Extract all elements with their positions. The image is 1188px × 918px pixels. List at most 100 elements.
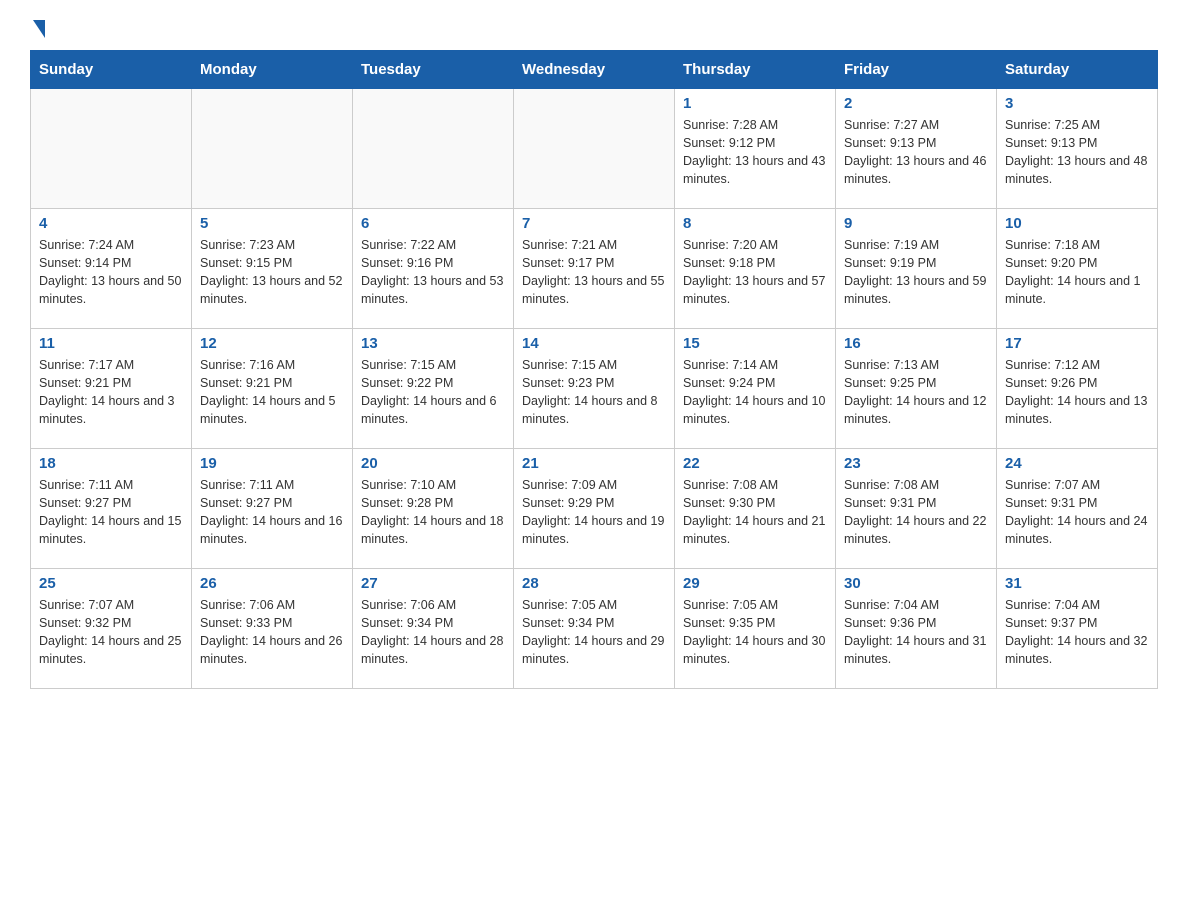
- calendar-cell: 10Sunrise: 7:18 AMSunset: 9:20 PMDayligh…: [997, 209, 1158, 329]
- weekday-header-tuesday: Tuesday: [353, 51, 514, 89]
- calendar-week-3: 11 Sunrise: 7:17 AMSunset: 9:21 PMDayligh…: [31, 329, 1158, 449]
- calendar-cell: 21 Sunrise: 7:09 AMSunset: 9:29 PMDayligh…: [514, 449, 675, 569]
- calendar-cell: 6 Sunrise: 7:22 AMSunset: 9:16 PMDaylight…: [353, 209, 514, 329]
- day-number: 5: [200, 215, 344, 232]
- day-number: 25: [39, 575, 183, 592]
- day-number: 21: [522, 455, 666, 472]
- day-info: Sunrise: 7:25 AMSunset: 9:13 PMDaylight:…: [1005, 116, 1149, 189]
- day-number: 31: [1005, 575, 1149, 592]
- day-number: 7: [522, 215, 666, 232]
- day-number: 3: [1005, 95, 1149, 112]
- day-info: Sunrise: 7:05 AMSunset: 9:34 PMDaylight:…: [522, 596, 666, 669]
- day-number: 12: [200, 335, 344, 352]
- calendar-cell: 4 Sunrise: 7:24 AMSunset: 9:14 PMDaylight…: [31, 209, 192, 329]
- calendar-cell: 2 Sunrise: 7:27 AMSunset: 9:13 PMDaylight…: [836, 89, 997, 209]
- day-info: Sunrise: 7:05 AMSunset: 9:35 PMDaylight:…: [683, 596, 827, 669]
- calendar-cell: 17Sunrise: 7:12 AMSunset: 9:26 PMDayligh…: [997, 329, 1158, 449]
- weekday-header-thursday: Thursday: [675, 51, 836, 89]
- day-info: Sunrise: 7:18 AMSunset: 9:20 PMDaylight:…: [1005, 236, 1149, 309]
- day-info: Sunrise: 7:04 AMSunset: 9:36 PMDaylight:…: [844, 596, 988, 669]
- day-number: 4: [39, 215, 183, 232]
- day-number: 26: [200, 575, 344, 592]
- day-number: 14: [522, 335, 666, 352]
- weekday-header-sunday: Sunday: [31, 51, 192, 89]
- day-number: 15: [683, 335, 827, 352]
- calendar-cell: 24 Sunrise: 7:07 AMSunset: 9:31 PMDayligh…: [997, 449, 1158, 569]
- calendar-cell: 8Sunrise: 7:20 AMSunset: 9:18 PMDaylight…: [675, 209, 836, 329]
- calendar-cell: 19Sunrise: 7:11 AMSunset: 9:27 PMDayligh…: [192, 449, 353, 569]
- day-info: Sunrise: 7:07 AMSunset: 9:31 PMDaylight:…: [1005, 476, 1149, 549]
- calendar-week-1: 1 Sunrise: 7:28 AMSunset: 9:12 PMDaylight…: [31, 89, 1158, 209]
- calendar-cell: 14 Sunrise: 7:15 AMSunset: 9:23 PMDayligh…: [514, 329, 675, 449]
- calendar-cell: 5 Sunrise: 7:23 AMSunset: 9:15 PMDaylight…: [192, 209, 353, 329]
- day-info: Sunrise: 7:23 AMSunset: 9:15 PMDaylight:…: [200, 236, 344, 309]
- day-info: Sunrise: 7:09 AMSunset: 9:29 PMDaylight:…: [522, 476, 666, 549]
- logo-general-text: [30, 20, 45, 40]
- calendar-cell: 23Sunrise: 7:08 AMSunset: 9:31 PMDayligh…: [836, 449, 997, 569]
- calendar-cell: 1 Sunrise: 7:28 AMSunset: 9:12 PMDaylight…: [675, 89, 836, 209]
- weekday-header-friday: Friday: [836, 51, 997, 89]
- day-info: Sunrise: 7:14 AMSunset: 9:24 PMDaylight:…: [683, 356, 827, 429]
- weekday-header-monday: Monday: [192, 51, 353, 89]
- calendar-cell: 11 Sunrise: 7:17 AMSunset: 9:21 PMDayligh…: [31, 329, 192, 449]
- day-info: Sunrise: 7:22 AMSunset: 9:16 PMDaylight:…: [361, 236, 505, 309]
- day-info: Sunrise: 7:17 AMSunset: 9:21 PMDaylight:…: [39, 356, 183, 429]
- calendar-cell: 27 Sunrise: 7:06 AMSunset: 9:34 PMDayligh…: [353, 569, 514, 689]
- calendar-week-4: 18 Sunrise: 7:11 AMSunset: 9:27 PMDayligh…: [31, 449, 1158, 569]
- day-info: Sunrise: 7:21 AMSunset: 9:17 PMDaylight:…: [522, 236, 666, 309]
- day-number: 27: [361, 575, 505, 592]
- day-info: Sunrise: 7:07 AMSunset: 9:32 PMDaylight:…: [39, 596, 183, 669]
- weekday-header-wednesday: Wednesday: [514, 51, 675, 89]
- day-number: 22: [683, 455, 827, 472]
- calendar-cell: [514, 89, 675, 209]
- day-info: Sunrise: 7:08 AMSunset: 9:31 PMDaylight:…: [844, 476, 988, 549]
- day-number: 2: [844, 95, 988, 112]
- calendar-cell: [192, 89, 353, 209]
- day-info: Sunrise: 7:13 AMSunset: 9:25 PMDaylight:…: [844, 356, 988, 429]
- day-info: Sunrise: 7:06 AMSunset: 9:33 PMDaylight:…: [200, 596, 344, 669]
- calendar-week-2: 4 Sunrise: 7:24 AMSunset: 9:14 PMDaylight…: [31, 209, 1158, 329]
- calendar-cell: 22 Sunrise: 7:08 AMSunset: 9:30 PMDayligh…: [675, 449, 836, 569]
- calendar-week-5: 25 Sunrise: 7:07 AMSunset: 9:32 PMDayligh…: [31, 569, 1158, 689]
- day-info: Sunrise: 7:11 AMSunset: 9:27 PMDaylight:…: [39, 476, 183, 549]
- calendar-cell: 25 Sunrise: 7:07 AMSunset: 9:32 PMDayligh…: [31, 569, 192, 689]
- calendar-cell: 18 Sunrise: 7:11 AMSunset: 9:27 PMDayligh…: [31, 449, 192, 569]
- logo-triangle-icon: [33, 20, 45, 38]
- day-info: Sunrise: 7:04 AMSunset: 9:37 PMDaylight:…: [1005, 596, 1149, 669]
- calendar-cell: 28 Sunrise: 7:05 AMSunset: 9:34 PMDayligh…: [514, 569, 675, 689]
- weekday-header-saturday: Saturday: [997, 51, 1158, 89]
- day-number: 18: [39, 455, 183, 472]
- calendar-cell: 3 Sunrise: 7:25 AMSunset: 9:13 PMDaylight…: [997, 89, 1158, 209]
- calendar-cell: 13Sunrise: 7:15 AMSunset: 9:22 PMDayligh…: [353, 329, 514, 449]
- page-header: [30, 20, 1158, 40]
- day-info: Sunrise: 7:10 AMSunset: 9:28 PMDaylight:…: [361, 476, 505, 549]
- calendar-cell: 12 Sunrise: 7:16 AMSunset: 9:21 PMDayligh…: [192, 329, 353, 449]
- logo: [30, 20, 45, 40]
- day-number: 29: [683, 575, 827, 592]
- calendar-header-row: SundayMondayTuesdayWednesdayThursdayFrid…: [31, 51, 1158, 89]
- day-info: Sunrise: 7:16 AMSunset: 9:21 PMDaylight:…: [200, 356, 344, 429]
- day-number: 20: [361, 455, 505, 472]
- calendar-cell: 16Sunrise: 7:13 AMSunset: 9:25 PMDayligh…: [836, 329, 997, 449]
- calendar-cell: [31, 89, 192, 209]
- day-info: Sunrise: 7:06 AMSunset: 9:34 PMDaylight:…: [361, 596, 505, 669]
- day-number: 11: [39, 335, 183, 352]
- calendar-cell: 20 Sunrise: 7:10 AMSunset: 9:28 PMDayligh…: [353, 449, 514, 569]
- day-info: Sunrise: 7:27 AMSunset: 9:13 PMDaylight:…: [844, 116, 988, 189]
- day-number: 6: [361, 215, 505, 232]
- day-info: Sunrise: 7:08 AMSunset: 9:30 PMDaylight:…: [683, 476, 827, 549]
- day-number: 1: [683, 95, 827, 112]
- calendar-cell: 15 Sunrise: 7:14 AMSunset: 9:24 PMDayligh…: [675, 329, 836, 449]
- day-number: 30: [844, 575, 988, 592]
- day-info: Sunrise: 7:15 AMSunset: 9:22 PMDaylight:…: [361, 356, 505, 429]
- day-number: 17: [1005, 335, 1149, 352]
- day-info: Sunrise: 7:24 AMSunset: 9:14 PMDaylight:…: [39, 236, 183, 309]
- calendar-cell: 29 Sunrise: 7:05 AMSunset: 9:35 PMDayligh…: [675, 569, 836, 689]
- calendar-cell: 31 Sunrise: 7:04 AMSunset: 9:37 PMDayligh…: [997, 569, 1158, 689]
- day-number: 24: [1005, 455, 1149, 472]
- calendar-table: SundayMondayTuesdayWednesdayThursdayFrid…: [30, 50, 1158, 689]
- day-number: 28: [522, 575, 666, 592]
- day-info: Sunrise: 7:15 AMSunset: 9:23 PMDaylight:…: [522, 356, 666, 429]
- calendar-cell: 30 Sunrise: 7:04 AMSunset: 9:36 PMDayligh…: [836, 569, 997, 689]
- day-info: Sunrise: 7:28 AMSunset: 9:12 PMDaylight:…: [683, 116, 827, 189]
